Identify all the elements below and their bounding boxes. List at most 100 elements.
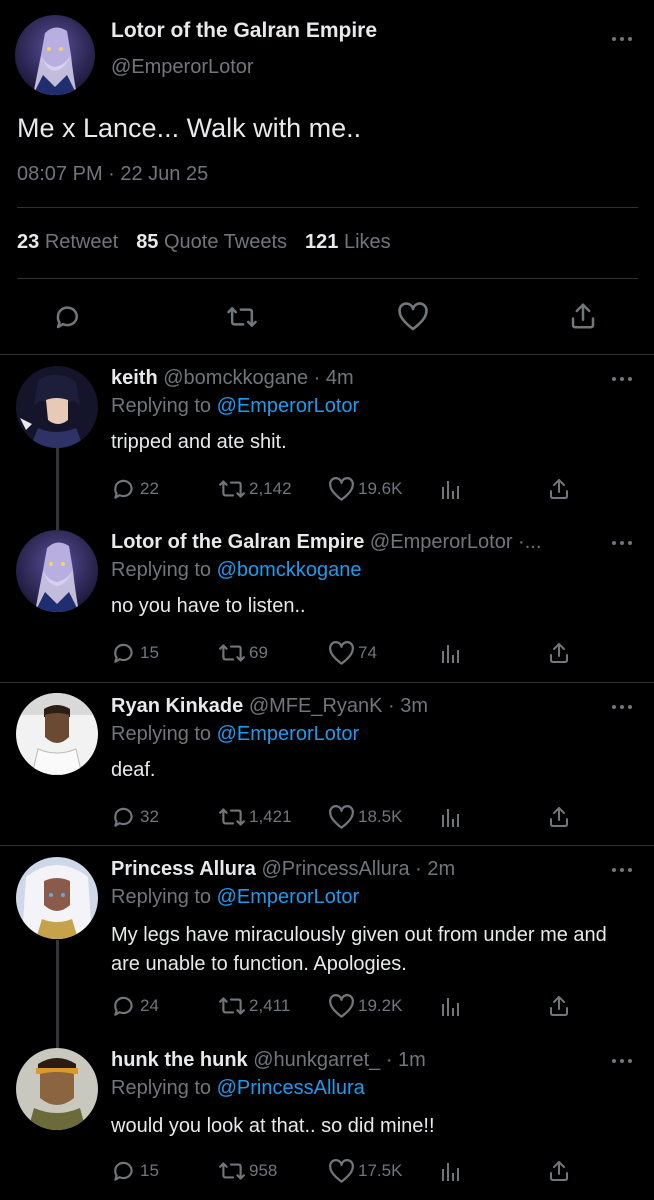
reply-header: Princess Allura @PrincessAllura · 2m xyxy=(111,858,455,881)
analytics-icon[interactable] xyxy=(439,640,463,666)
analytics-icon[interactable] xyxy=(439,804,463,830)
main-tweet-timestamp[interactable]: 08:07 PM · 22 Jun 25 xyxy=(17,163,208,186)
more-options-icon[interactable] xyxy=(612,868,634,874)
reply-actions: 24 2,411 19.2K xyxy=(0,993,654,1019)
divider xyxy=(17,278,638,279)
share-icon[interactable] xyxy=(547,993,571,1019)
mention-link[interactable]: @EmperorLotor xyxy=(217,395,360,417)
reply-tweet[interactable]: keith @bomckkogane · 4m Replying to @Emp… xyxy=(0,356,654,520)
share-icon[interactable] xyxy=(547,804,571,830)
like-icon xyxy=(329,804,354,829)
main-author-name[interactable]: Lotor of the Galran Empire xyxy=(111,19,377,43)
analytics-icon[interactable] xyxy=(439,1158,463,1184)
ryan-avatar[interactable] xyxy=(16,693,98,775)
reply-text: tripped and ate shit. xyxy=(111,431,287,453)
reply-tweet[interactable]: hunk the hunk @hunkgarret_ · 1m Replying… xyxy=(0,1038,654,1200)
like-count[interactable]: 121 Likes xyxy=(305,231,391,253)
reply-count: 15 xyxy=(140,643,159,662)
reply-author-meta[interactable]: @PrincessAllura · 2m xyxy=(261,858,455,880)
mention-link[interactable]: @EmperorLotor xyxy=(217,886,360,908)
allura-avatar[interactable] xyxy=(16,857,98,939)
reply-count: 24 xyxy=(140,996,159,1015)
more-options-icon[interactable] xyxy=(612,37,634,43)
mention-link[interactable]: @bomckkogane xyxy=(217,559,362,581)
reply-author-name[interactable]: hunk the hunk xyxy=(111,1049,248,1071)
like-count: 18.5K xyxy=(358,807,403,826)
like-button[interactable]: 19.6K xyxy=(328,476,402,502)
reply-author-name[interactable]: Princess Allura xyxy=(111,858,256,880)
reply-text: deaf. xyxy=(111,759,156,781)
reply-author-meta[interactable]: @MFE_RyanK · 3m xyxy=(249,695,428,717)
mention-link[interactable]: @PrincessAllura xyxy=(217,1077,365,1099)
reply-button[interactable]: 15 xyxy=(111,640,159,666)
retweet-button[interactable]: 69 xyxy=(218,640,268,666)
share-icon[interactable] xyxy=(547,1158,571,1184)
reply-tweet[interactable]: Ryan Kinkade @MFE_RyanK · 3m Replying to… xyxy=(0,685,654,847)
retweet-count: 69 xyxy=(249,643,268,662)
replying-to: Replying to @EmperorLotor xyxy=(111,886,359,909)
divider xyxy=(17,207,638,208)
retweet-button[interactable]: 1,421 xyxy=(218,804,292,830)
replying-label: Replying to xyxy=(111,395,212,417)
more-options-icon[interactable] xyxy=(612,705,634,711)
mention-link[interactable]: @EmperorLotor xyxy=(217,723,360,745)
reply-count: 22 xyxy=(140,479,159,498)
reply-icon[interactable] xyxy=(53,302,83,337)
reply-button[interactable]: 15 xyxy=(111,1158,159,1184)
reply-header: Lotor of the Galran Empire @EmperorLotor… xyxy=(111,531,541,554)
more-options-icon[interactable] xyxy=(612,377,634,383)
reply-actions: 15 69 74 xyxy=(0,640,654,666)
share-icon[interactable] xyxy=(547,476,571,502)
like-button[interactable]: 19.2K xyxy=(328,993,402,1019)
like-icon xyxy=(329,640,354,665)
reply-author-name[interactable]: Lotor of the Galran Empire xyxy=(111,531,364,553)
reply-button[interactable]: 32 xyxy=(111,804,159,830)
reply-icon xyxy=(114,643,133,663)
reply-author-meta[interactable]: @EmperorLotor ·... xyxy=(370,531,541,553)
replying-label: Replying to xyxy=(111,723,212,745)
share-icon[interactable] xyxy=(568,301,598,336)
retweet-count[interactable]: 23 Retweet xyxy=(17,231,118,253)
like-count: 17.5K xyxy=(358,1161,403,1180)
replying-to: Replying to @EmperorLotor xyxy=(111,723,359,746)
share-icon[interactable] xyxy=(547,640,571,666)
divider xyxy=(0,845,654,846)
replying-to: Replying to @EmperorLotor xyxy=(111,395,359,418)
retweet-button[interactable]: 2,411 xyxy=(218,993,290,1019)
lotor-avatar[interactable] xyxy=(15,15,95,95)
reply-button[interactable]: 22 xyxy=(111,476,159,502)
reply-text: would you look at that.. so did mine!! xyxy=(111,1115,435,1137)
reply-tweet[interactable]: Princess Allura @PrincessAllura · 2m Rep… xyxy=(0,847,654,1043)
reply-author-name[interactable]: keith xyxy=(111,367,158,389)
more-options-icon[interactable] xyxy=(612,541,634,547)
main-author-handle[interactable]: @EmperorLotor xyxy=(111,56,254,79)
reply-tweet[interactable]: Lotor of the Galran Empire @EmperorLotor… xyxy=(0,520,654,685)
retweet-button[interactable]: 958 xyxy=(218,1158,277,1184)
retweet-icon[interactable] xyxy=(226,302,258,337)
reply-author-meta[interactable]: @bomckkogane · 4m xyxy=(163,367,353,389)
more-options-icon[interactable] xyxy=(612,1059,634,1065)
reply-button[interactable]: 24 xyxy=(111,993,159,1019)
like-button[interactable]: 74 xyxy=(328,640,377,666)
analytics-icon[interactable] xyxy=(439,993,463,1019)
lotor-avatar[interactable] xyxy=(16,530,98,612)
reply-text: no you have to listen.. xyxy=(111,595,306,617)
hunk-avatar[interactable] xyxy=(16,1048,98,1130)
reply-count: 15 xyxy=(140,1161,159,1180)
retweet-icon xyxy=(219,997,245,1015)
main-tweet-text: Me x Lance... Walk with me.. xyxy=(17,113,362,143)
like-button[interactable]: 17.5K xyxy=(328,1158,402,1184)
quote-count[interactable]: 85 Quote Tweets xyxy=(136,231,287,253)
reply-author-meta[interactable]: @hunkgarret_ · 1m xyxy=(253,1049,426,1071)
retweet-button[interactable]: 2,142 xyxy=(218,476,292,502)
reply-header: Ryan Kinkade @MFE_RyanK · 3m xyxy=(111,695,428,718)
like-count: 19.6K xyxy=(358,479,403,498)
like-icon[interactable] xyxy=(397,302,429,337)
reply-actions: 22 2,142 19.6K xyxy=(0,476,654,502)
analytics-icon[interactable] xyxy=(439,476,463,502)
like-button[interactable]: 18.5K xyxy=(328,804,402,830)
keith-avatar[interactable] xyxy=(16,366,98,448)
retweet-count: 2,411 xyxy=(249,996,291,1015)
reply-author-name[interactable]: Ryan Kinkade xyxy=(111,695,243,717)
reply-icon xyxy=(114,996,133,1016)
